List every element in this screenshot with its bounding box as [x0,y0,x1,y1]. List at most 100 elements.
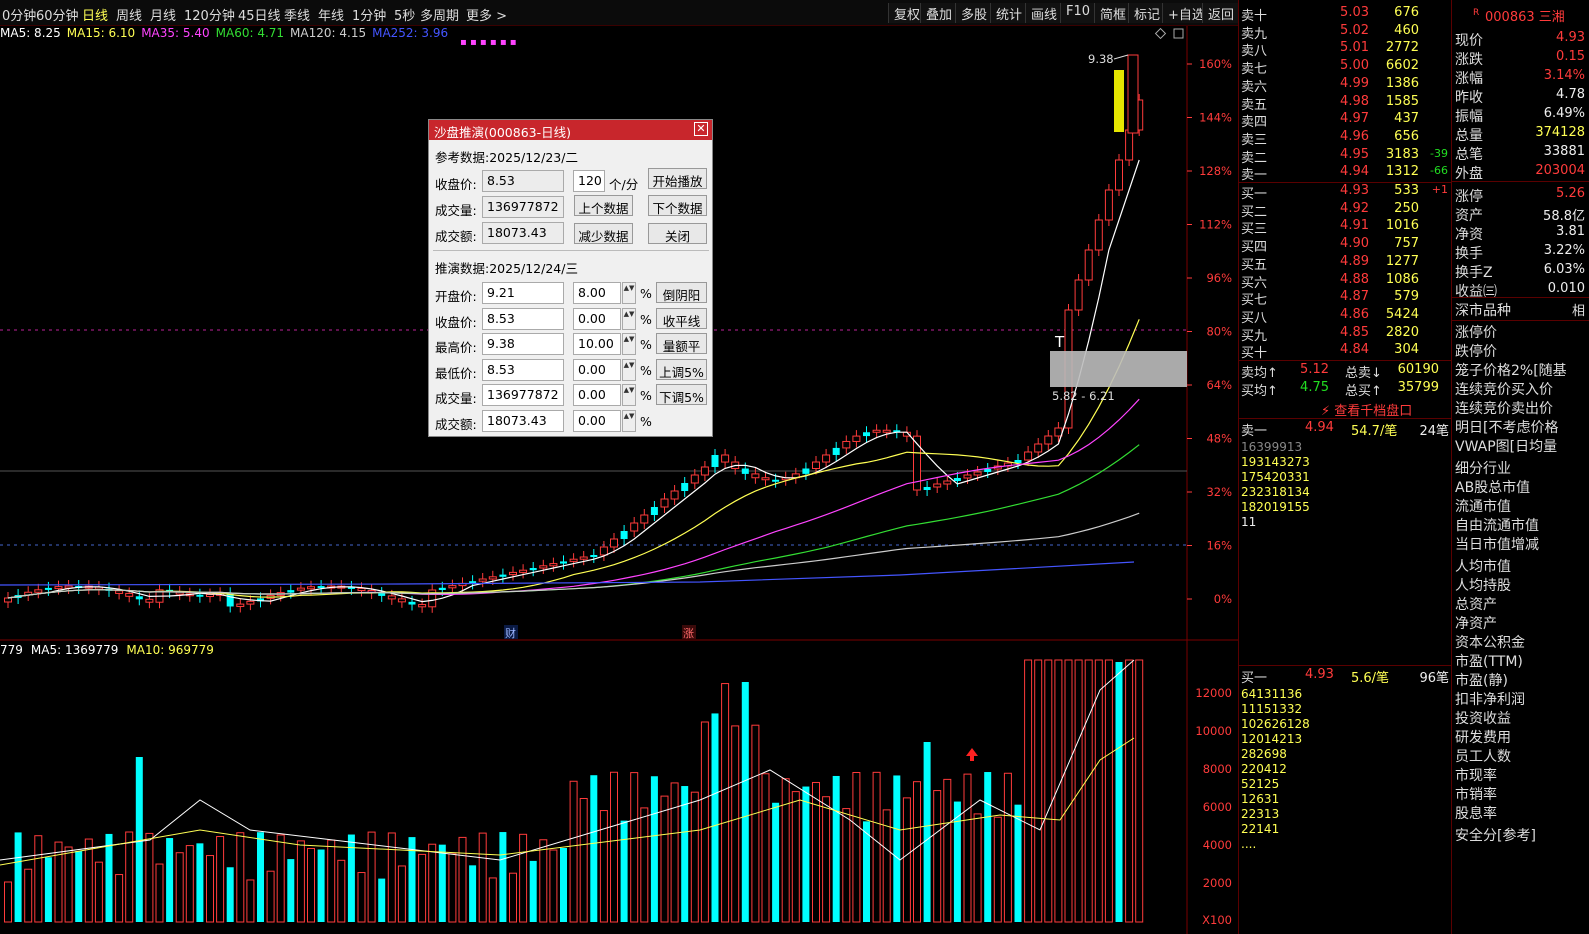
candle[interactable] [882,424,891,439]
bid-row-9[interactable]: 买十 4.84 304 [1239,342,1451,361]
field-row-1[interactable]: 跌停价 [1455,341,1589,360]
period-tab-9[interactable]: 1分钟 [352,5,386,24]
field-row-3[interactable]: 连续竞价买入价 [1455,379,1589,398]
next-data-button[interactable]: 下个数据 [648,195,707,216]
sim-value-field-0[interactable]: 9.21 [482,282,564,304]
candle[interactable] [802,462,810,480]
sim-pct-field-5[interactable]: 0.00 [573,409,621,432]
period-tab-6[interactable]: 45日线 [238,5,281,24]
candle[interactable] [478,573,487,588]
volume-bar[interactable] [1074,659,1083,923]
volume-bar[interactable] [863,821,870,922]
volume-bar[interactable] [711,713,719,922]
speed-input[interactable]: 120 [573,170,605,192]
volume-bar[interactable] [378,878,386,922]
field-row-23[interactable]: 市现率 [1455,765,1589,784]
period-tab-1[interactable]: 60分钟 [36,5,79,24]
volume-bar[interactable] [751,724,760,923]
ask-row-3[interactable]: 卖七 5.00 6602 [1239,58,1451,77]
window-icon[interactable] [1173,28,1184,39]
toolbar-button-2[interactable]: 多股 [955,3,993,23]
volume-bar[interactable] [1115,662,1123,922]
candle[interactable] [1084,244,1093,286]
volume-bar[interactable] [670,782,679,923]
bid-row-1[interactable]: 买二 4.92 250 [1239,201,1451,220]
sim-action-button-2[interactable]: 量额平 [656,333,707,354]
bid-row-2[interactable]: 买三 4.91 1016 [1239,218,1451,237]
field-row-18[interactable]: 市盈(静) [1455,670,1589,689]
candle[interactable] [781,471,790,486]
ask-row-6[interactable]: 卖四 4.97 437 [1239,111,1451,130]
volume-bar[interactable] [761,773,770,923]
spinner-icon-4[interactable]: ▲▼ [622,384,636,406]
volume-bar[interactable] [14,832,22,922]
volume-bar[interactable] [943,778,952,923]
candle[interactable] [640,509,649,529]
volume-bar[interactable] [1084,659,1093,923]
ask-row-4[interactable]: 卖六 4.99 1386 [1239,76,1451,95]
candle[interactable] [711,449,719,473]
candle[interactable] [852,430,861,448]
thousand-book-link[interactable]: ⚡ 查看千档盘口 [1321,400,1412,419]
field-row-10[interactable]: 自由流通市值 [1455,515,1589,534]
candle[interactable] [1115,154,1123,196]
volume-bar[interactable] [1044,659,1053,923]
candle[interactable] [175,586,184,601]
period-tab-12[interactable]: 更多 > [466,5,507,24]
volume-bar[interactable] [519,833,528,923]
volume-bar[interactable] [397,865,406,923]
period-tab-4[interactable]: 月线 [150,5,176,24]
volume-bar[interactable] [236,832,245,923]
zhang-marker[interactable]: 涨 [683,627,694,640]
ask-row-5[interactable]: 卖五 4.98 1585 [1239,94,1451,113]
candle[interactable] [257,592,264,608]
spinner-icon-1[interactable]: ▲▼ [622,307,636,330]
sim-action-button-3[interactable]: 上调5% [656,358,707,380]
field-row-7[interactable]: 细分行业 [1455,458,1589,477]
field-row-11[interactable]: 当日市值增减 [1455,534,1589,553]
volume-bar[interactable] [438,844,446,922]
field-row-22[interactable]: 员工人数 [1455,746,1589,765]
candle[interactable] [529,562,537,577]
volume-bar[interactable] [24,868,33,923]
candle[interactable] [1054,422,1063,442]
volume-bar[interactable] [145,832,154,923]
field-row-16[interactable]: 资本公积金 [1455,632,1589,651]
candle[interactable] [569,553,578,568]
candle[interactable] [378,587,386,602]
spinner-icon-0[interactable]: ▲▼ [622,282,636,304]
field-row-12[interactable]: 人均市值 [1455,556,1589,575]
volume-bar[interactable] [660,795,669,923]
candle[interactable] [115,584,124,600]
candle[interactable] [599,541,608,561]
period-tab-0[interactable]: 0分钟 [2,5,36,24]
volume-bar[interactable] [802,786,810,922]
spinner-icon-2[interactable]: ▲▼ [622,333,636,355]
volume-bar[interactable] [599,810,608,923]
candle[interactable] [125,587,134,603]
candle[interactable] [44,581,52,596]
prev-data-button[interactable]: 上个数据 [574,195,633,216]
sandbox-simulation-dialog[interactable]: 沙盘推演(000863-日线) ✕ 参考数据:2025/12/23/二 收盘价:… [428,119,713,437]
candle[interactable] [751,467,760,484]
volume-bar[interactable] [812,781,820,923]
field-row-19[interactable]: 扣非净利润 [1455,689,1589,708]
volume-bar[interactable] [953,801,961,922]
highlight-candle[interactable] [1114,70,1124,132]
volume-bar[interactable] [246,879,255,923]
candle[interactable] [509,566,517,581]
sim-pct-field-4[interactable]: 0.00 [573,384,621,406]
ask-row-8[interactable]: 卖二 4.95 3183 -39 [1239,147,1451,166]
volume-bar[interactable] [458,836,467,923]
candle[interactable] [236,598,245,613]
volume-bar[interactable] [367,831,376,923]
toolbar-button-9[interactable]: 返回 [1202,3,1238,23]
field-row-26[interactable]: 安全分[参考] [1455,825,1589,844]
volume-bar[interactable] [1064,659,1073,923]
volume-bar[interactable] [923,742,931,922]
candle[interactable] [630,517,639,537]
sim-value-field-2[interactable]: 9.38 [482,333,564,355]
volume-bar[interactable] [590,775,598,922]
volume-bar[interactable] [317,849,325,922]
volume-bar[interactable] [75,851,83,922]
